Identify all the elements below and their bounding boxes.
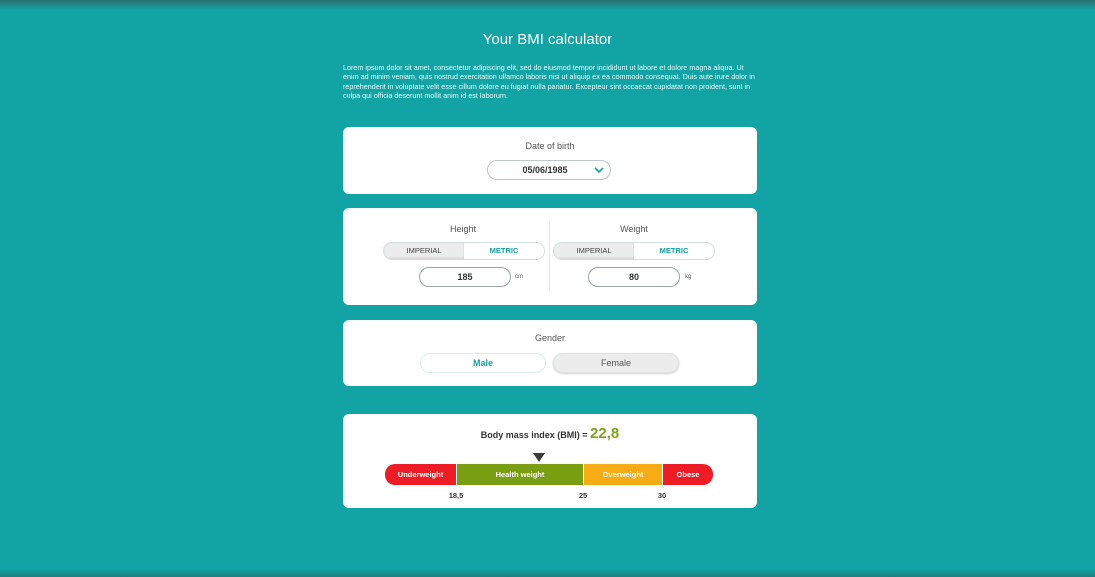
- bmi-scale: Underweight Health weight Overweight Obe…: [385, 464, 713, 485]
- bmi-tick: 25: [578, 491, 588, 500]
- dob-select[interactable]: 05/06/1985: [487, 160, 611, 180]
- bmi-category-underweight: Underweight: [385, 464, 456, 485]
- dob-value: 05/06/1985: [522, 165, 568, 175]
- height-imperial-option[interactable]: IMPERIAL: [384, 243, 464, 259]
- intro-text: Lorem ipsum dolor sit amet, consectetur …: [343, 63, 755, 100]
- weight-imperial-option[interactable]: IMPERIAL: [554, 243, 634, 259]
- dob-label: Date of birth: [525, 141, 575, 151]
- bmi-value: 22,8: [590, 425, 620, 442]
- gender-card: Gender Male Female: [343, 320, 757, 386]
- bmi-tick: 18,5: [448, 491, 464, 500]
- page-title: Your BMI calculator: [482, 31, 613, 48]
- top-shadow: [0, 0, 1095, 10]
- bmi-label: Body mass index (BMI) =: [480, 430, 588, 440]
- bmi-marker-icon: [533, 453, 545, 462]
- bmi-category-healthy: Health weight: [457, 464, 583, 485]
- female-button[interactable]: Female: [553, 353, 679, 373]
- weight-input[interactable]: [588, 267, 680, 287]
- weight-unit-toggle: IMPERIAL METRIC: [553, 242, 715, 260]
- gender-label: Gender: [534, 333, 566, 343]
- chevron-down-icon: [594, 161, 604, 179]
- weight-unit: kg: [685, 274, 692, 280]
- weight-metric-option[interactable]: METRIC: [634, 243, 714, 259]
- height-unit: cm: [515, 274, 523, 280]
- bmi-category-overweight: Overweight: [584, 464, 662, 485]
- bottom-shadow: [0, 569, 1095, 577]
- height-weight-card: Height IMPERIAL METRIC cm Weight IMPERIA…: [343, 208, 757, 305]
- weight-label: Weight: [620, 224, 648, 234]
- height-label: Height: [449, 224, 476, 234]
- bmi-category-obese: Obese: [663, 464, 713, 485]
- dob-card: Date of birth 05/06/1985: [343, 127, 757, 194]
- height-metric-option[interactable]: METRIC: [464, 243, 544, 259]
- male-button[interactable]: Male: [420, 353, 546, 373]
- bmi-result-card: Body mass index (BMI) = 22,8 Underweight…: [343, 414, 757, 508]
- height-unit-toggle: IMPERIAL METRIC: [383, 242, 545, 260]
- bmi-tick: 30: [657, 491, 667, 500]
- height-input[interactable]: [419, 267, 511, 287]
- bmi-heading: Body mass index (BMI) = 22,8: [343, 425, 757, 442]
- column-divider: [549, 222, 550, 290]
